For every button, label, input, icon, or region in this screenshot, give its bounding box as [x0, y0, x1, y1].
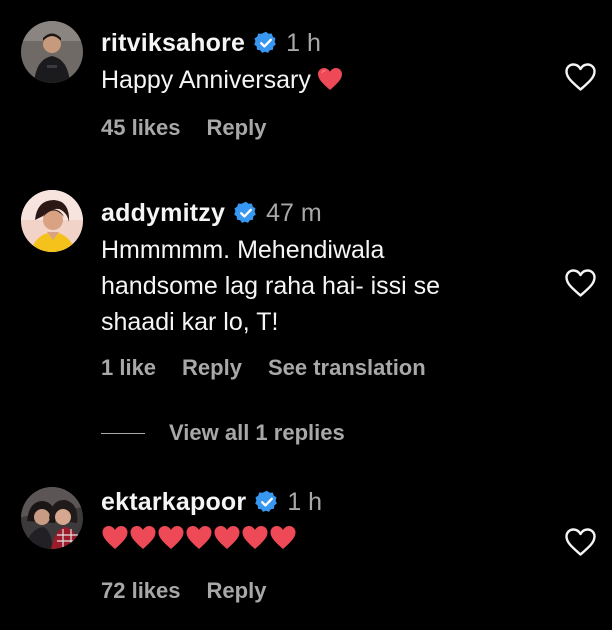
comment-text: Happy Anniversary — [101, 62, 531, 98]
comment-text-line: Hmmmmm. Mehendiwala — [101, 236, 385, 264]
like-heart-icon[interactable] — [564, 62, 597, 92]
view-replies-label[interactable]: View all 1 replies — [169, 420, 345, 446]
red-heart-icon — [158, 526, 184, 549]
username[interactable]: addymitzy — [101, 199, 225, 228]
comment-time: 1 h — [286, 28, 321, 57]
comment-text-line: handsome lag raha hai- issi se — [101, 272, 441, 300]
username[interactable]: ritviksahore — [101, 29, 245, 58]
red-heart-icon — [214, 526, 240, 549]
red-heart-icon — [102, 526, 128, 549]
comment-item: ektarkapoor 1 h 72 likes Reply — [0, 460, 612, 630]
comment-text-content: Happy Anniversary — [101, 66, 311, 94]
red-heart-icon — [130, 526, 156, 549]
red-heart-icon — [270, 526, 296, 549]
avatar[interactable] — [21, 190, 83, 252]
comment-text: Hmmmmm. Mehendiwala handsome lag raha ha… — [101, 232, 531, 340]
reply-button[interactable]: Reply — [207, 578, 267, 604]
comment-time: 47 m — [266, 198, 322, 227]
verified-badge-icon — [234, 201, 256, 223]
reply-button[interactable]: Reply — [207, 115, 267, 141]
comment-text-line: shaadi kar lo, T! — [101, 308, 279, 336]
replies-divider — [101, 432, 145, 434]
verified-badge-icon — [254, 31, 276, 53]
like-heart-icon[interactable] — [564, 527, 597, 557]
avatar[interactable] — [21, 487, 83, 549]
red-heart-icon — [317, 68, 342, 90]
view-replies-button[interactable]: View all 1 replies — [101, 420, 345, 446]
comment-item: ritviksahore 1 h Happy Anniversary 45 li… — [0, 0, 612, 170]
like-count[interactable]: 1 like — [101, 355, 156, 381]
comment-time: 1 h — [287, 487, 323, 516]
verified-badge-icon — [255, 490, 278, 512]
like-count[interactable]: 45 likes — [101, 115, 181, 141]
like-count[interactable]: 72 likes — [101, 578, 181, 604]
username[interactable]: ektarkapoor — [101, 488, 246, 517]
avatar[interactable] — [21, 21, 83, 83]
red-heart-icon — [186, 526, 212, 549]
reply-button[interactable]: Reply — [182, 355, 242, 381]
comment-item: addymitzy 47 m Hmmmmm. Mehendiwala hands… — [0, 170, 612, 460]
red-heart-icon — [242, 526, 268, 549]
see-translation-button[interactable]: See translation — [268, 355, 426, 381]
like-heart-icon[interactable] — [564, 268, 597, 298]
heart-emoji-row — [101, 525, 531, 550]
